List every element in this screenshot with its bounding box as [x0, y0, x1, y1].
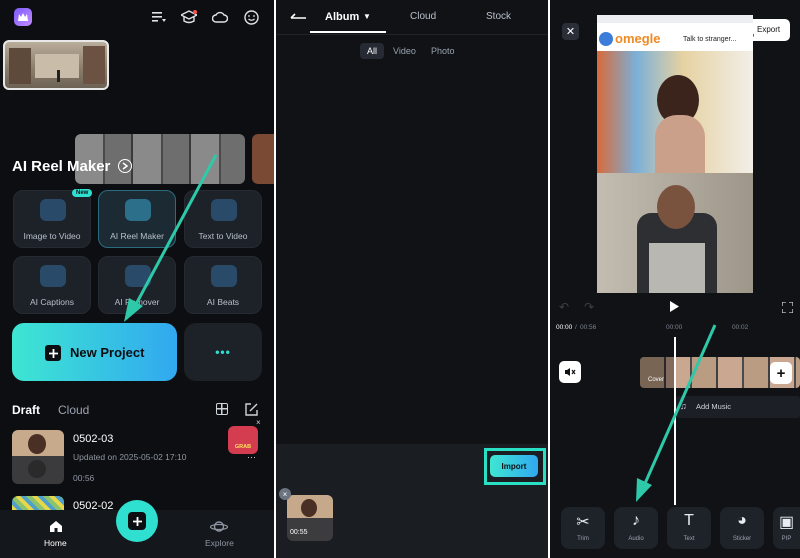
import-button[interactable]: Import — [490, 455, 538, 477]
tab-cloud[interactable]: Cloud — [410, 11, 436, 22]
filter-video[interactable]: Video — [393, 46, 416, 56]
selected-clip-thumbnail[interactable]: 00:55 — [287, 495, 333, 541]
annotation-arrow — [124, 154, 218, 322]
filter-photo[interactable]: Photo — [431, 46, 455, 56]
back-arrow-icon[interactable] — [290, 11, 306, 23]
filter-all[interactable]: All — [360, 43, 384, 59]
home-panel: AI Reel Maker New Image to Video AI Reel… — [0, 0, 274, 558]
annotation-arrow — [636, 324, 717, 502]
tab-stock[interactable]: Stock — [486, 11, 511, 22]
media-picker-panel: Album ▼ Cloud Stock All Video Photo Impo… — [276, 0, 548, 558]
tab-indicator — [310, 31, 386, 33]
divider — [276, 34, 548, 35]
tab-album[interactable]: Album — [325, 11, 359, 23]
remove-clip-icon[interactable]: × — [279, 488, 291, 500]
clip-duration: 00:55 — [290, 529, 308, 536]
chevron-down-icon[interactable]: ▼ — [363, 12, 371, 21]
editor-panel: ✕ Export omegle Talk to stranger... ↶ ↷ … — [550, 0, 800, 558]
